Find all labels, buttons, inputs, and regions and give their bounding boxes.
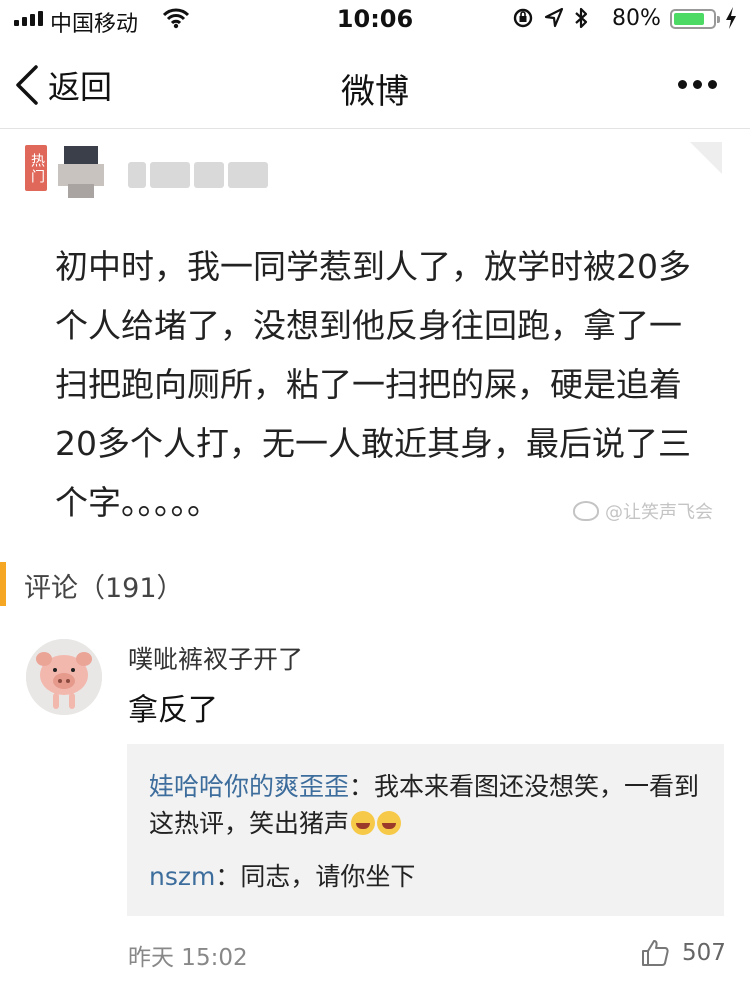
piglet-avatar-image xyxy=(26,639,102,715)
reply-item[interactable]: 娃哈哈你的爽歪歪：我本来看图还没想笑，一看到这热评，笑出猪声 xyxy=(149,768,709,842)
page-title: 微博 xyxy=(341,72,409,112)
charging-icon xyxy=(724,6,738,35)
weibo-watermark: @让笑声飞会 xyxy=(573,498,713,524)
blurred-author-name xyxy=(128,162,268,188)
reply-separator: ： xyxy=(349,772,375,801)
like-count: 507 xyxy=(682,940,726,966)
comments-accent-bar xyxy=(0,562,6,606)
commenter-name[interactable]: 噗呲裤衩子开了 xyxy=(128,640,303,676)
comment-timestamp: 昨天 15:02 xyxy=(128,945,248,971)
reply-text: 同志，请你坐下 xyxy=(240,862,416,891)
post-body-text: 初中时，我一同学惹到人了，放学时被20多个人给堵了，没想到他反身往回跑，拿了一扫… xyxy=(55,247,691,522)
thumbs-up-icon xyxy=(642,940,669,966)
watermark-text: @让笑声飞会 xyxy=(605,502,713,523)
reply-box[interactable]: 娃哈哈你的爽歪歪：我本来看图还没想笑，一看到这热评，笑出猪声 nszm：同志，请… xyxy=(127,744,724,916)
navigation-bar: 返回 微博 xyxy=(0,40,750,129)
reply-separator: ： xyxy=(215,862,241,891)
battery-percent: 80% xyxy=(612,6,661,31)
reply-user[interactable]: nszm xyxy=(149,862,215,891)
comment-text: 拿反了 xyxy=(128,693,218,728)
hot-badge: 热门 xyxy=(25,145,47,191)
page-fold-corner xyxy=(690,142,722,174)
commenter-avatar[interactable] xyxy=(26,639,102,715)
more-dots-icon[interactable] xyxy=(678,80,717,89)
comments-header[interactable]: 评论（191） xyxy=(24,566,184,605)
orientation-lock-icon xyxy=(512,7,534,34)
weibo-logo-icon xyxy=(573,501,599,521)
reply-item[interactable]: nszm：同志，请你坐下 xyxy=(149,858,709,895)
post-author-avatar[interactable] xyxy=(58,146,104,198)
reply-user[interactable]: 娃哈哈你的爽歪歪 xyxy=(149,772,349,801)
laughing-emoji-icon xyxy=(377,811,402,835)
bluetooth-icon xyxy=(574,7,588,34)
laughing-emoji-icon xyxy=(351,811,376,835)
battery-icon xyxy=(670,9,720,29)
status-bar: 中国移动 10:06 80% xyxy=(0,0,750,40)
location-icon xyxy=(544,7,564,34)
like-button[interactable]: 507 xyxy=(640,938,726,968)
